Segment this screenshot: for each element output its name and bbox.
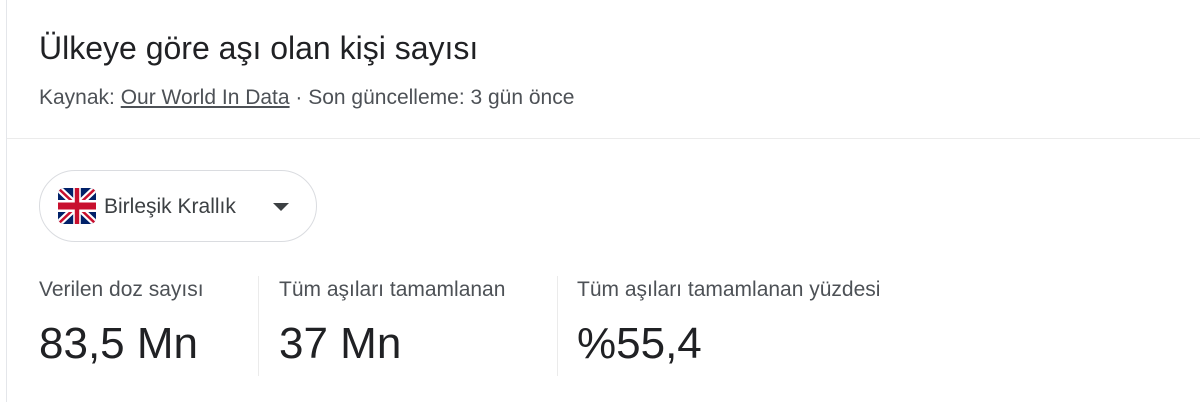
last-updated: · Son güncelleme: 3 gün önce	[289, 86, 575, 109]
stat-value: 83,5 Mn	[39, 319, 198, 368]
selected-country: Birleşik Krallık	[104, 195, 236, 218]
vaccination-card: Ülkeye göre aşı olan kişi sayısı Kaynak:…	[6, 0, 1200, 402]
stat-divider	[258, 276, 259, 376]
caret-down-icon	[273, 203, 289, 211]
stat-fully-vaccinated-percent: Tüm aşıları tamamlanan yüzdesi %55,4	[577, 276, 880, 376]
uk-flag-icon	[58, 188, 96, 224]
country-dropdown[interactable]: Birleşik Krallık	[39, 170, 317, 242]
stat-label: Verilen doz sayısı	[39, 278, 204, 301]
stat-label: Tüm aşıları tamamlanan yüzdesi	[577, 278, 881, 301]
card-header: Ülkeye göre aşı olan kişi sayısı Kaynak:…	[7, 0, 1200, 139]
stat-label: Tüm aşıları tamamlanan	[279, 278, 506, 301]
source-link[interactable]: Our World In Data	[121, 86, 290, 109]
source-prefix: Kaynak:	[39, 86, 121, 109]
stat-doses: Verilen doz sayısı 83,5 Mn	[39, 276, 204, 376]
stat-fully-vaccinated: Tüm aşıları tamamlanan 37 Mn	[279, 276, 505, 376]
stat-value: 37 Mn	[279, 319, 402, 368]
source-line: Kaynak: Our World In Data · Son güncelle…	[39, 84, 574, 112]
stat-value: %55,4	[577, 319, 702, 368]
card-title: Ülkeye göre aşı olan kişi sayısı	[39, 30, 479, 66]
stat-divider	[557, 276, 558, 376]
